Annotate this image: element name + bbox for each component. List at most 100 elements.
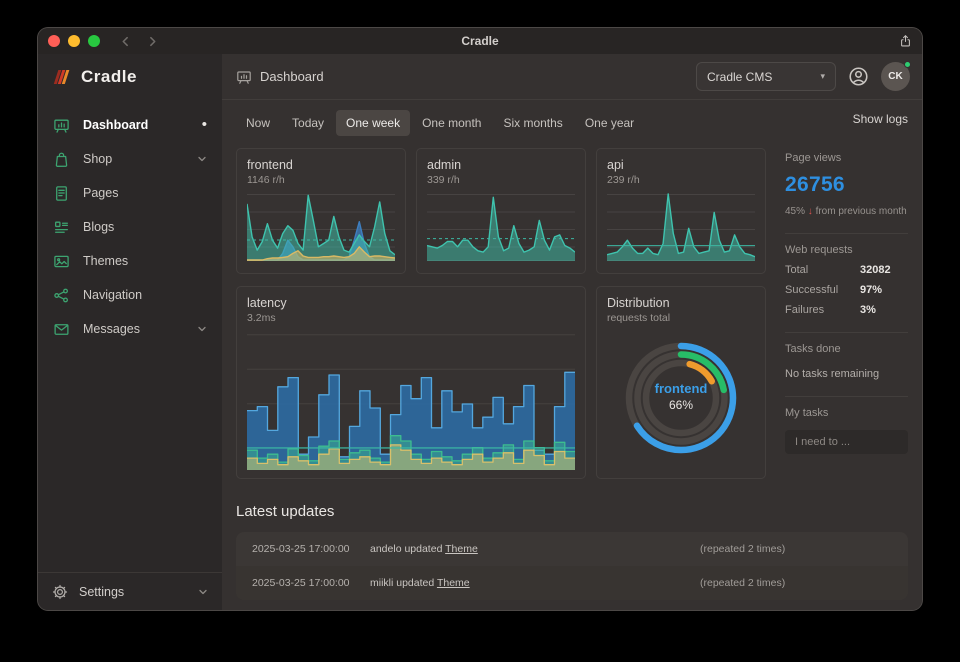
active-page-dot: • <box>202 120 207 130</box>
dashboard-breadcrumb-icon <box>236 69 252 85</box>
shop-icon <box>53 151 70 168</box>
chart-subtitle: 1146 r/h <box>247 174 395 186</box>
tasks-done-section: Tasks done No tasks remaining <box>785 333 908 397</box>
update-repeat-note: (repeated 2 times) <box>700 543 892 555</box>
stats-panel: Page views 26756 45% ↓ from previous mon… <box>785 148 908 479</box>
gear-icon <box>52 584 68 600</box>
web-requests-rows: Total32082Successful97%Failures3% <box>785 264 908 316</box>
app-window: Cradle Cradle <box>38 28 922 610</box>
my-tasks-label: My tasks <box>785 407 908 419</box>
latest-updates-section: Latest updates 2025-03-25 17:00:00andelo… <box>236 503 908 600</box>
tasks-empty-text: No tasks remaining <box>785 368 908 380</box>
tab-now[interactable]: Now <box>236 110 280 136</box>
chart-subtitle: 3.2ms <box>247 312 575 324</box>
tasks-done-label: Tasks done <box>785 343 908 355</box>
avatar-initials: CK <box>888 71 902 82</box>
sidebar-item-label: Dashboard <box>83 118 148 132</box>
stat-value: 3% <box>860 304 908 316</box>
latency-step-chart <box>247 332 575 470</box>
frontend-area-chart <box>247 191 395 261</box>
down-arrow-icon: ↓ <box>808 206 813 217</box>
workspace-select[interactable]: Cradle CMS ▾ <box>696 62 836 91</box>
latest-updates-heading: Latest updates <box>236 503 908 520</box>
update-row: 2025-03-25 17:00:00miikli updated Theme(… <box>236 566 908 600</box>
tab-one-year[interactable]: One year <box>575 110 644 136</box>
messages-icon <box>53 321 70 338</box>
dashboard-icon <box>53 117 70 134</box>
chart-title: api <box>607 158 755 172</box>
pages-icon <box>53 185 70 202</box>
tab-one-week[interactable]: One week <box>336 110 410 136</box>
breadcrumb: Dashboard <box>236 69 324 85</box>
update-repeat-note: (repeated 2 times) <box>700 577 892 589</box>
close-window-button[interactable] <box>48 35 60 47</box>
chevron-down-icon <box>198 587 208 597</box>
zoom-window-button[interactable] <box>88 35 100 47</box>
api-chart-card: api 239 r/h <box>596 148 766 274</box>
sidebar-nav: Dashboard • Shop Pages Blogs Themes Navigation… <box>38 100 222 572</box>
breadcrumb-label: Dashboard <box>260 69 324 84</box>
sidebar-item-blogs[interactable]: Blogs <box>38 210 222 244</box>
sidebar-item-pages[interactable]: Pages <box>38 176 222 210</box>
page-views-delta: 45% ↓ from previous month <box>785 206 908 217</box>
page-views-section: Page views 26756 45% ↓ from previous mon… <box>785 148 908 234</box>
chart-subtitle: 239 r/h <box>607 174 755 186</box>
chart-title: Distribution <box>607 296 755 310</box>
sidebar: Cradle Dashboard • Shop Pages Blogs Themes Nav… <box>38 54 222 610</box>
new-task-input[interactable] <box>785 430 908 454</box>
sidebar-item-label: Navigation <box>83 288 142 302</box>
stat-label: Failures <box>785 304 824 316</box>
main-header: Dashboard Cradle CMS ▾ CK <box>222 54 922 100</box>
update-message: andelo updated Theme <box>370 543 700 555</box>
chart-subtitle: 339 r/h <box>427 174 575 186</box>
admin-chart-card: admin 339 r/h <box>416 148 586 274</box>
minimize-window-button[interactable] <box>68 35 80 47</box>
online-status-dot <box>904 61 911 68</box>
window-controls <box>48 35 100 47</box>
web-requests-label: Web requests <box>785 244 908 256</box>
sidebar-item-dashboard[interactable]: Dashboard • <box>38 108 222 142</box>
chevron-down-icon <box>197 154 207 164</box>
chevron-down-icon: ▾ <box>820 71 825 82</box>
chevron-down-icon <box>197 324 207 334</box>
sidebar-item-messages[interactable]: Messages <box>38 312 222 346</box>
forward-icon[interactable] <box>147 36 158 47</box>
page-views-label: Page views <box>785 152 908 164</box>
time-filter-tabs: NowTodayOne weekOne monthSix monthsOne y… <box>236 110 644 136</box>
tab-today[interactable]: Today <box>282 110 334 136</box>
navigation-icon <box>53 287 70 304</box>
sidebar-item-shop[interactable]: Shop <box>38 142 222 176</box>
web-requests-section: Web requests Total32082Successful97%Fail… <box>785 234 908 333</box>
tab-one-month[interactable]: One month <box>412 110 491 136</box>
tab-six-months[interactable]: Six months <box>493 110 572 136</box>
distribution-donut-chart <box>607 326 755 466</box>
workspace-select-value: Cradle CMS <box>707 70 772 84</box>
avatar[interactable]: CK <box>881 62 910 91</box>
sidebar-item-navigation[interactable]: Navigation <box>38 278 222 312</box>
admin-area-chart <box>427 191 575 261</box>
sidebar-item-label: Shop <box>83 152 112 166</box>
sidebar-item-themes[interactable]: Themes <box>38 244 222 278</box>
share-icon[interactable] <box>899 34 912 48</box>
sidebar-item-settings[interactable]: Settings <box>38 572 222 610</box>
update-row: 2025-03-25 17:00:00andelo updated Theme(… <box>236 532 908 566</box>
distribution-card: Distribution requests total frontend 66% <box>596 286 766 479</box>
account-icon[interactable] <box>848 66 869 87</box>
update-timestamp: 2025-03-25 17:00:00 <box>252 577 370 589</box>
brand-logo-icon <box>52 68 72 86</box>
back-icon[interactable] <box>120 36 131 47</box>
update-target-link[interactable]: Theme <box>445 543 478 555</box>
latency-chart-card: latency 3.2ms <box>236 286 586 479</box>
chart-title: latency <box>247 296 575 310</box>
sidebar-item-label: Themes <box>83 254 128 268</box>
updates-table: 2025-03-25 17:00:00andelo updated Theme(… <box>236 532 908 600</box>
sidebar-item-label: Blogs <box>83 220 114 234</box>
brand-name: Cradle <box>81 67 137 87</box>
chart-subtitle: requests total <box>607 312 755 324</box>
show-logs-link[interactable]: Show logs <box>853 112 908 126</box>
settings-label: Settings <box>79 585 124 599</box>
window-title: Cradle <box>38 34 922 48</box>
sidebar-item-label: Pages <box>83 186 118 200</box>
api-area-chart <box>607 191 755 261</box>
update-target-link[interactable]: Theme <box>437 577 470 589</box>
